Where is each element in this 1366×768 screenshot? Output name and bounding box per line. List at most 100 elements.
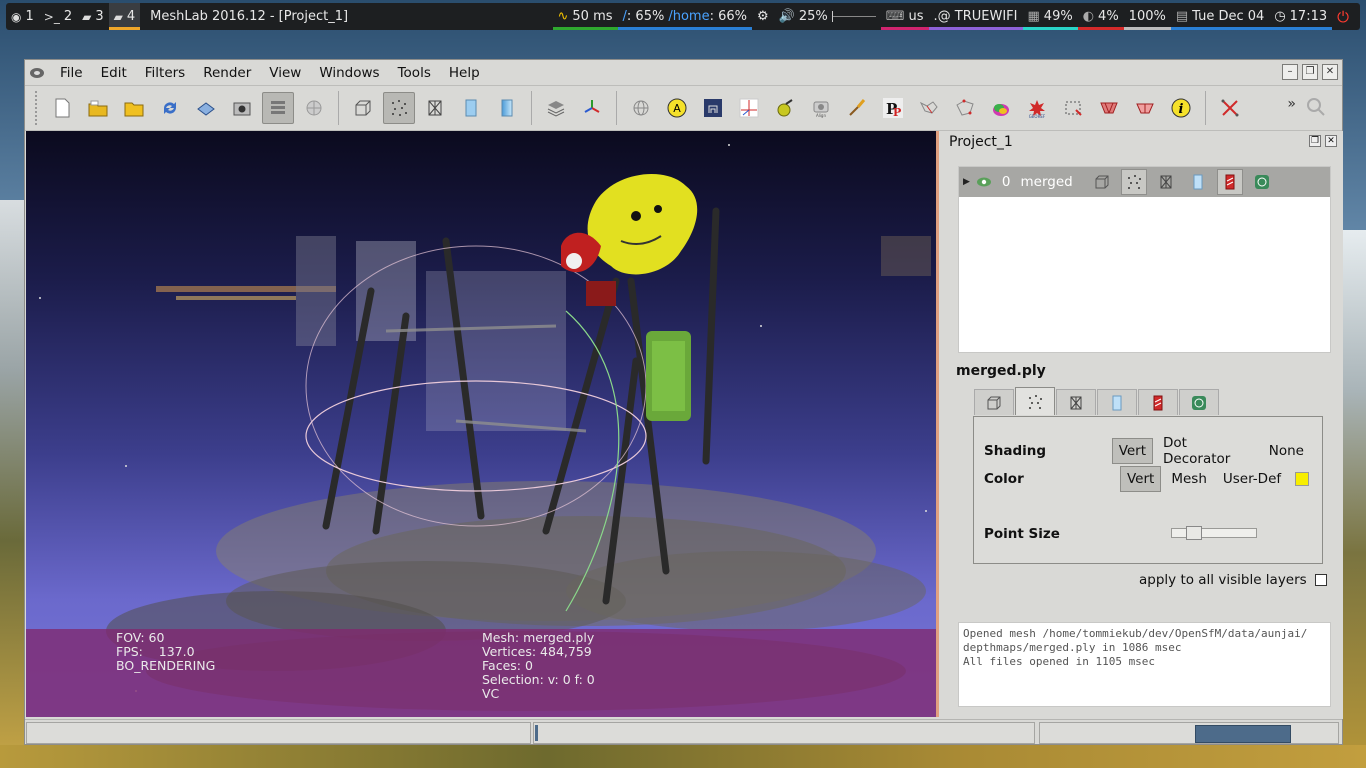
power-button[interactable]: ⏻ [1332, 3, 1354, 30]
restore-button[interactable]: ❐ [1302, 64, 1318, 80]
render-flat-button[interactable] [455, 92, 487, 124]
disk-indicator[interactable]: /: 65% /home: 66% [617, 3, 752, 30]
menu-file[interactable]: File [53, 65, 94, 81]
minimize-button[interactable]: – [1282, 64, 1298, 80]
render-smooth-button[interactable] [491, 92, 523, 124]
meshlab-logo-icon[interactable] [29, 65, 45, 81]
close-button[interactable]: ✕ [1322, 64, 1338, 80]
volume-indicator[interactable]: 🔊 25% [774, 3, 881, 30]
select-z-button[interactable] [1129, 92, 1161, 124]
smooth-shading-icon [501, 99, 513, 117]
user-color-swatch[interactable] [1295, 472, 1310, 486]
tab-points[interactable] [1015, 387, 1055, 415]
measure-button[interactable] [733, 92, 765, 124]
shading-option-none[interactable]: None [1263, 439, 1310, 463]
color-option-vert[interactable]: Vert [1120, 466, 1162, 492]
tab-wireframe[interactable] [1056, 389, 1096, 415]
paint-button[interactable] [769, 92, 801, 124]
layer-row[interactable]: ▶ 0 merged [959, 167, 1330, 197]
eye-visibility-icon[interactable] [976, 176, 992, 188]
menu-help[interactable]: Help [442, 65, 491, 81]
quality-mapper-button[interactable] [985, 92, 1017, 124]
annotation-button[interactable]: A [661, 92, 693, 124]
render-points-button[interactable] [383, 92, 415, 124]
render-bbox-button[interactable] [347, 92, 379, 124]
delete-selection-button[interactable] [1214, 92, 1246, 124]
render-wireframe-button[interactable] [419, 92, 451, 124]
info-button[interactable]: i [1165, 92, 1197, 124]
memory-icon: ▦ [1027, 9, 1040, 24]
date-indicator[interactable]: ▤ Tue Dec 04 [1170, 3, 1270, 30]
toolbar-handle[interactable] [35, 91, 39, 125]
save-button[interactable] [190, 92, 222, 124]
snapshot-button[interactable] [226, 92, 258, 124]
menu-tools[interactable]: Tools [391, 65, 442, 81]
layer-points-toggle[interactable] [1120, 169, 1147, 195]
clock-indicator[interactable]: ◷ 17:13 [1269, 3, 1333, 30]
layers-toggle-button[interactable] [262, 92, 294, 124]
log-window[interactable]: Opened mesh /home/tommiekub/dev/OpenSfM/… [958, 622, 1331, 707]
meshlab-window: File Edit Filters Render View Windows To… [24, 59, 1343, 745]
mesh-title: merged.ply [956, 363, 1046, 379]
volume-slider[interactable] [831, 11, 876, 22]
import-mesh-button[interactable] [118, 92, 150, 124]
layer-index: 0 [1001, 174, 1011, 190]
layer-solid-toggle[interactable] [1185, 169, 1211, 195]
memory-indicator[interactable]: ▦ 49% [1022, 3, 1078, 30]
layer-decorator-toggle[interactable] [1249, 169, 1275, 195]
wifi-indicator[interactable]: .@ TRUEWIFI [928, 3, 1023, 30]
status-progress-area [533, 722, 1035, 744]
select-connected-button[interactable] [1093, 92, 1125, 124]
tab-bbox[interactable] [974, 389, 1014, 415]
brush-button[interactable] [841, 92, 873, 124]
shading-option-dot-decorator[interactable]: Dot Decorator [1157, 431, 1259, 471]
texture-button[interactable] [697, 92, 729, 124]
menu-edit[interactable]: Edit [94, 65, 138, 81]
workspace-4[interactable]: ▰ 4 [108, 3, 141, 30]
workspace-1[interactable]: ◉ 1 [6, 3, 39, 30]
menu-windows[interactable]: Windows [312, 65, 390, 81]
georef-button[interactable]: GEOREF [1021, 92, 1053, 124]
color-option-mesh[interactable]: Mesh [1165, 467, 1213, 491]
dock-float-button[interactable]: ❐ [1309, 135, 1321, 147]
select-region-button[interactable] [1057, 92, 1089, 124]
apply-all-checkbox[interactable] [1314, 574, 1327, 586]
color-option-user-def[interactable]: User-Def [1217, 467, 1287, 491]
menu-render[interactable]: Render [196, 65, 262, 81]
tab-solid[interactable] [1097, 389, 1137, 415]
shading-option-vert[interactable]: Vert [1111, 438, 1154, 464]
point-picker-button[interactable]: PP [877, 92, 909, 124]
points-icon [392, 100, 407, 116]
search-icon[interactable] [1304, 95, 1328, 119]
settings-indicator[interactable]: ⚙ [752, 3, 774, 30]
trackball-button[interactable] [576, 92, 608, 124]
manipulator-button[interactable] [625, 92, 657, 124]
battery-indicator[interactable]: 100% [1123, 3, 1171, 30]
lighting-button[interactable] [540, 92, 572, 124]
point-size-slider[interactable] [1171, 526, 1257, 540]
expand-arrow-icon[interactable]: ▶ [963, 177, 970, 187]
cpu-indicator[interactable]: ◐ 4% [1077, 3, 1124, 30]
menu-filters[interactable]: Filters [138, 65, 196, 81]
open-project-button[interactable] [82, 92, 114, 124]
select-vertices-button[interactable] [949, 92, 981, 124]
workspace-2[interactable]: >_ 2 [39, 3, 77, 30]
layer-bbox-toggle[interactable] [1089, 169, 1115, 195]
keyboard-indicator[interactable]: ⌨ us [880, 3, 929, 30]
layer-wireframe-toggle[interactable] [1153, 169, 1179, 195]
tab-texture[interactable] [1138, 389, 1178, 415]
show-layer-dialog-button[interactable] [298, 92, 330, 124]
toolbar-overflow-icon[interactable]: » [1287, 96, 1296, 112]
select-faces-button[interactable] [913, 92, 945, 124]
new-project-button[interactable] [46, 92, 78, 124]
ping-indicator[interactable]: ∿ 50 ms [552, 3, 618, 30]
dock-close-button[interactable]: ✕ [1325, 135, 1337, 147]
slider-handle[interactable] [1186, 526, 1202, 540]
menu-view[interactable]: View [262, 65, 312, 81]
reload-button[interactable] [154, 92, 186, 124]
3d-viewport[interactable]: FOV: 60 FPS: 137.0 BO_RENDERING Mesh: me… [26, 131, 939, 717]
layer-texture-toggle[interactable] [1216, 169, 1243, 195]
workspace-3[interactable]: ▰ 3 [77, 3, 109, 30]
align-button[interactable]: Align [805, 92, 837, 124]
tab-decorator[interactable] [1179, 389, 1219, 415]
